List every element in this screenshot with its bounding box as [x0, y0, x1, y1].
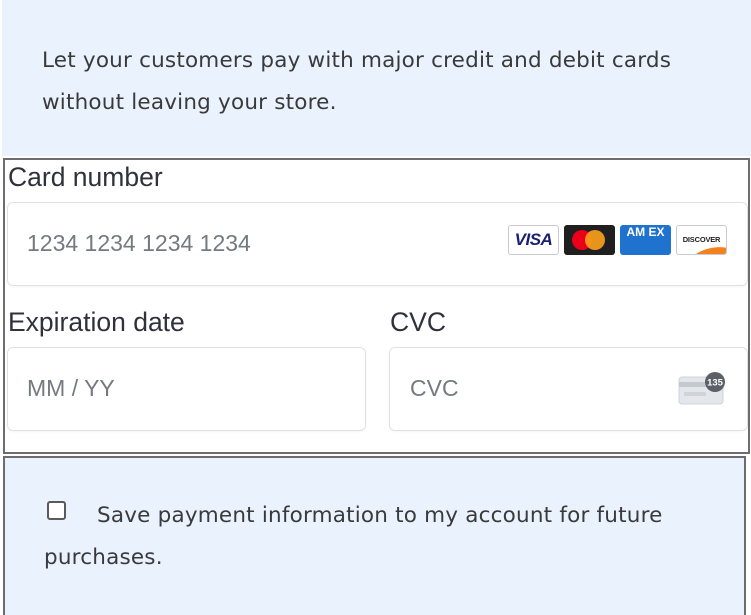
amex-icon: AM EX — [620, 225, 671, 255]
expiration-label: Expiration date — [8, 307, 185, 337]
card-number-placeholder: 1234 1234 1234 1234 — [27, 230, 251, 256]
cvc-card-icon: 135 — [678, 372, 725, 405]
intro-panel: Let your customers pay with major credit… — [2, 0, 751, 156]
visa-icon: VISA — [508, 225, 559, 255]
mastercard-icon — [564, 225, 615, 255]
cvc-placeholder: CVC — [410, 375, 459, 401]
visa-icon-text: VISA — [514, 230, 553, 249]
intro-text: Let your customers pay with major credit… — [42, 48, 672, 115]
cvc-label: CVC — [390, 307, 446, 337]
save-payment-label[interactable]: Save payment information to my account f… — [44, 495, 664, 579]
cvc-icon-text: 135 — [707, 378, 724, 389]
amex-icon-text: AM EX — [626, 225, 665, 239]
card-number-label: Card number — [8, 162, 163, 192]
discover-icon-text: DISCOVER — [682, 235, 721, 244]
discover-icon: DISCOVER — [676, 225, 727, 255]
expiration-placeholder: MM / YY — [27, 375, 115, 401]
